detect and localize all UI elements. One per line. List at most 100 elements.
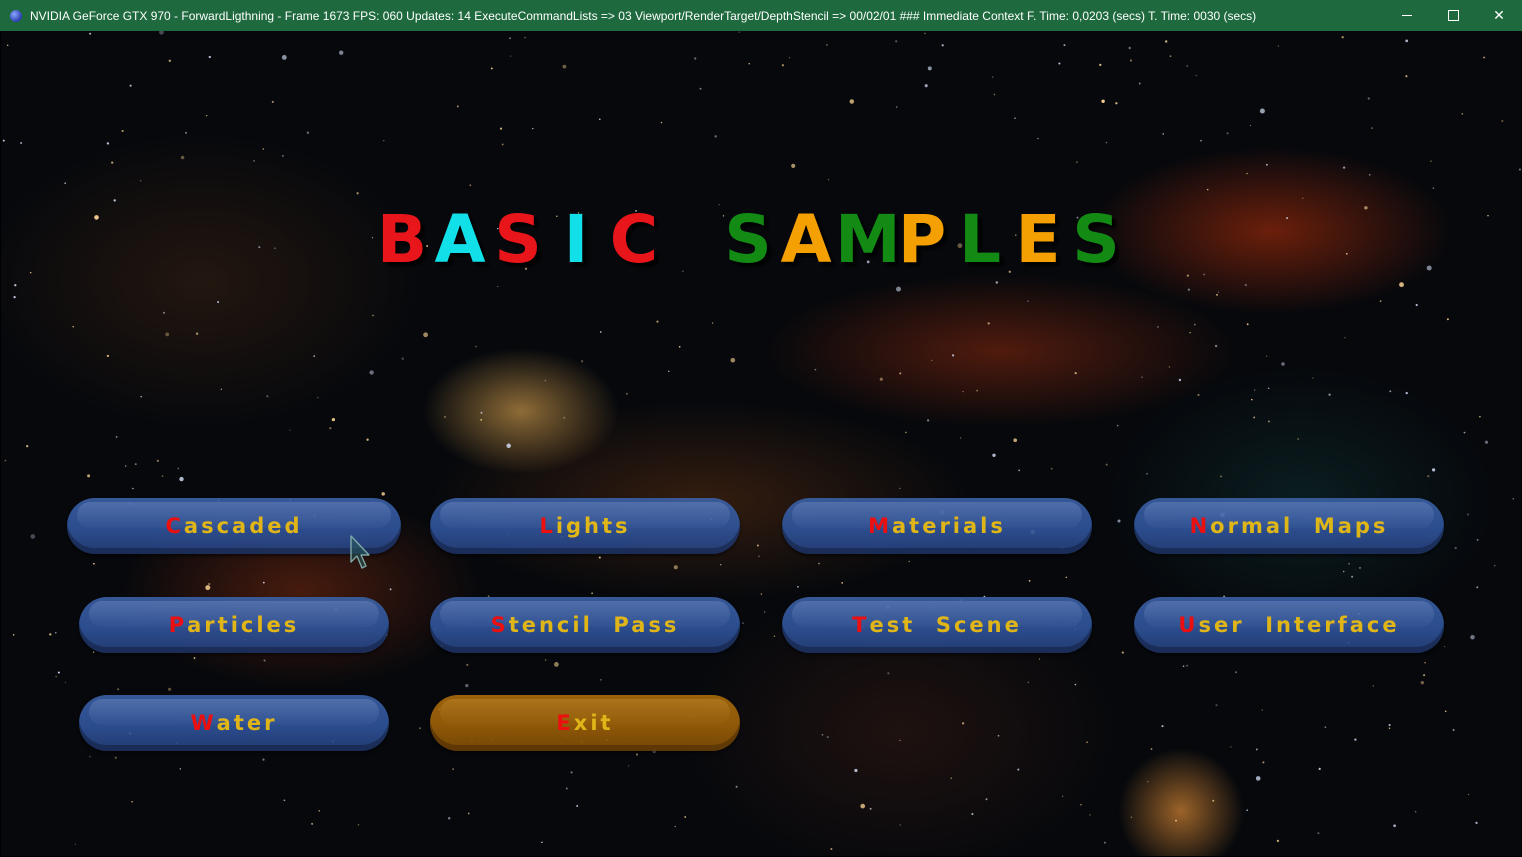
star (89, 755, 91, 758)
button-label: ater (216, 711, 278, 735)
star (1058, 62, 1061, 65)
star (140, 395, 142, 398)
star (159, 31, 164, 35)
star (758, 555, 760, 557)
materials-button[interactable]: Materials (782, 498, 1092, 554)
star (899, 487, 901, 490)
normal-maps-button[interactable]: Normal Maps (1134, 498, 1444, 554)
maximize-button[interactable] (1430, 0, 1476, 31)
star (854, 768, 858, 773)
star (591, 592, 593, 595)
star (899, 824, 901, 826)
star (6, 44, 9, 47)
star (748, 63, 750, 65)
star (1484, 440, 1489, 444)
star (849, 99, 855, 104)
star (72, 325, 74, 328)
star (401, 357, 404, 360)
star (1253, 416, 1256, 419)
star (1175, 819, 1177, 822)
star (1483, 56, 1485, 59)
star (1414, 810, 1417, 813)
star (1138, 82, 1141, 85)
water-button[interactable]: Water (79, 695, 389, 751)
star (274, 247, 276, 250)
star (673, 565, 678, 570)
star (1364, 206, 1368, 210)
particles-button[interactable]: Particles (79, 597, 389, 653)
star (993, 93, 996, 96)
title-bar[interactable]: NVIDIA GeForce GTX 970 - ForwardLigthnin… (0, 0, 1522, 31)
star (830, 847, 833, 851)
button-accent-letter: P (168, 613, 188, 637)
star (869, 807, 872, 810)
star (985, 798, 988, 801)
star (554, 662, 559, 667)
star (1099, 63, 1102, 67)
star (599, 118, 601, 121)
star (991, 76, 994, 78)
star (490, 67, 493, 70)
user-interface-button[interactable]: User Interface (1134, 597, 1444, 653)
star (635, 753, 639, 756)
star (1405, 39, 1409, 43)
star (1246, 172, 1248, 175)
star (1128, 46, 1131, 50)
star (93, 562, 95, 565)
logo-title: B A S I C S A M P L E S (373, 199, 1163, 279)
star (55, 632, 57, 634)
star (576, 804, 579, 808)
star (509, 37, 511, 40)
star (161, 475, 164, 478)
star (879, 377, 883, 381)
star (262, 148, 264, 150)
star (480, 411, 483, 414)
star (1267, 420, 1270, 423)
minimize-button[interactable] (1384, 0, 1430, 31)
star (735, 785, 738, 788)
test-scene-button[interactable]: Test Scene (782, 597, 1092, 653)
star (258, 246, 261, 249)
star (1226, 132, 1229, 135)
star (313, 355, 316, 357)
star (760, 593, 763, 595)
star (1466, 513, 1470, 516)
star (184, 131, 188, 134)
star (1393, 824, 1396, 828)
star (905, 431, 907, 434)
star (331, 417, 336, 422)
close-button[interactable]: ✕ (1476, 0, 1522, 31)
app-icon (10, 9, 22, 22)
logo-letter: S (1072, 200, 1120, 278)
minimize-icon (1402, 15, 1412, 16)
mouse-cursor-icon (350, 535, 370, 569)
lights-button[interactable]: Lights (430, 498, 740, 554)
star (756, 544, 759, 547)
star (959, 437, 962, 439)
star (1141, 376, 1143, 378)
star (1165, 40, 1168, 43)
star (466, 663, 469, 666)
star (714, 135, 717, 138)
star (1430, 160, 1432, 163)
stencil-pass-button[interactable]: Stencil Pass (430, 597, 740, 653)
star (1427, 475, 1430, 478)
star (1101, 99, 1105, 104)
star (541, 841, 543, 844)
star (1262, 761, 1265, 764)
star (826, 736, 829, 739)
star (971, 812, 974, 816)
logo-letter: S (724, 200, 772, 278)
star (131, 800, 133, 803)
star (456, 105, 459, 108)
star (29, 271, 32, 274)
star (1215, 704, 1218, 707)
button-accent-letter: L (539, 514, 556, 538)
star (506, 443, 511, 449)
button-accent-letter: T (852, 613, 870, 637)
exit-button[interactable]: Exit (430, 695, 740, 751)
star (924, 84, 928, 88)
button-accent-letter: W (190, 711, 217, 735)
star (1452, 728, 1455, 732)
star (1253, 389, 1256, 391)
